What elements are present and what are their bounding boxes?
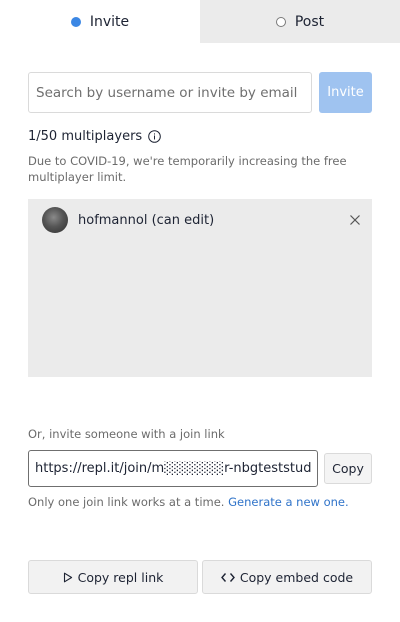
copy-embed-code-button[interactable]: Copy embed code <box>202 560 372 594</box>
info-icon[interactable] <box>148 130 162 143</box>
copy-embed-code-label: Copy embed code <box>239 569 354 585</box>
copy-repl-link-label: Copy repl link <box>77 569 164 585</box>
generate-new-link[interactable]: Generate a new one. <box>228 495 349 509</box>
multiplayer-count: 1/50 multiplayers <box>28 129 162 144</box>
search-input[interactable] <box>28 72 312 113</box>
covid-note: Due to COVID-19, we're temporarily incre… <box>28 154 347 184</box>
invite-button[interactable]: Invite <box>319 72 372 113</box>
collaborator-list: hofmannol (can edit) <box>28 199 372 377</box>
tab-post[interactable]: Post <box>200 0 400 43</box>
play-outline-icon <box>63 572 72 582</box>
close-icon[interactable] <box>348 213 362 227</box>
join-link-note: Only one join link works at a time. Gene… <box>28 495 349 509</box>
join-link-field[interactable] <box>28 450 318 487</box>
radio-selected-icon <box>70 16 81 27</box>
join-link-note-text: Only one join link works at a time. <box>28 495 225 509</box>
share-tabs: Invite Post <box>0 0 400 43</box>
collaborator-row: hofmannol (can edit) <box>42 207 362 233</box>
avatar <box>42 207 68 233</box>
tab-post-label: Post <box>294 13 325 30</box>
radio-unselected-icon <box>275 16 286 27</box>
copy-join-link-button[interactable]: Copy <box>324 453 372 484</box>
code-icon <box>220 572 235 582</box>
tab-invite[interactable]: Invite <box>0 0 200 43</box>
multiplayer-count-label: 1/50 multiplayers <box>28 129 143 144</box>
tab-invite-label: Invite <box>89 13 130 30</box>
join-link-label: Or, invite someone with a join link <box>28 427 225 441</box>
collaborator-name: hofmannol (can edit) <box>78 212 215 228</box>
copy-repl-link-button[interactable]: Copy repl link <box>28 560 198 594</box>
